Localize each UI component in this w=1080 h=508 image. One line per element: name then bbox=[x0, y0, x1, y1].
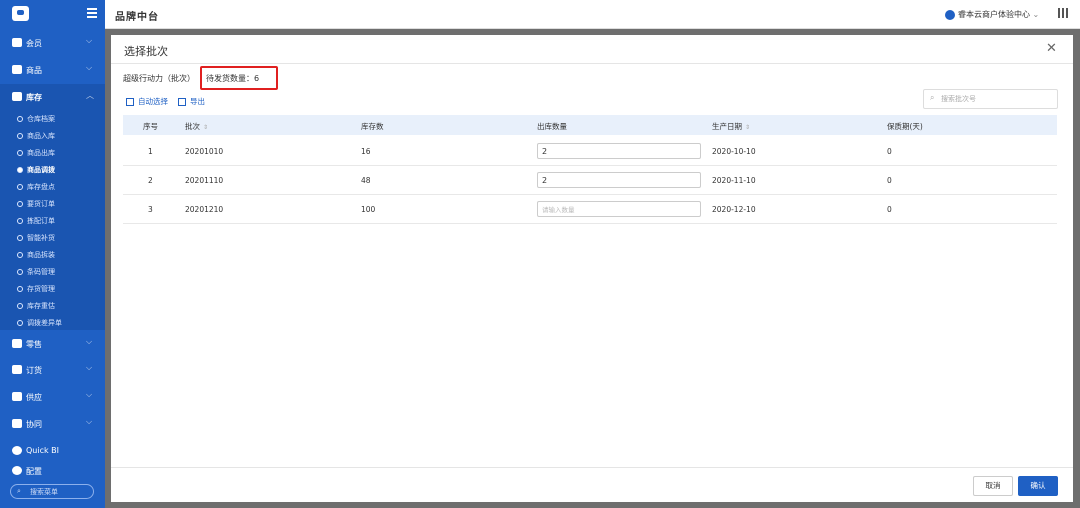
nav-config[interactable]: 配置 bbox=[0, 458, 105, 484]
submenu-item[interactable]: 拣配订单 bbox=[17, 216, 55, 226]
col-batch[interactable]: 批次 ⇕ bbox=[185, 121, 208, 132]
submenu-item-current[interactable]: 商品调拨 bbox=[17, 165, 55, 175]
nav-order[interactable]: 订货 ⌵ bbox=[0, 357, 105, 383]
sort-icon: ⇕ bbox=[203, 124, 209, 131]
submenu-item[interactable]: 要货订单 bbox=[17, 199, 55, 209]
quantity-input[interactable] bbox=[537, 201, 701, 217]
table-row: 2 20201110 48 2020-11-10 0 bbox=[123, 166, 1057, 195]
submenu-item[interactable]: 商品出库 bbox=[17, 148, 55, 158]
col-date[interactable]: 生产日期 ⇕ bbox=[712, 121, 750, 132]
chevron-down-icon: ⌵ bbox=[86, 363, 93, 372]
col-no: 序号 bbox=[143, 122, 158, 131]
chevron-down-icon: ⌵ bbox=[86, 36, 93, 45]
chevron-down-icon: ⌵ bbox=[86, 417, 93, 426]
top-bar: 品牌中台 睿本云商户体验中心 ⌄ bbox=[105, 0, 1080, 29]
quantity-input[interactable] bbox=[537, 172, 701, 188]
col-shelf: 保质期(天) bbox=[887, 122, 923, 131]
submenu-item[interactable]: 条码管理 bbox=[17, 267, 55, 277]
confirm-button[interactable]: 确认 bbox=[1018, 476, 1058, 496]
inventory-submenu: 仓库档案 商品入库 商品出库 商品调拨 库存盘点 要货订单 拣配订单 智能补货 … bbox=[0, 110, 105, 330]
columns-icon[interactable] bbox=[1058, 8, 1068, 18]
chevron-down-icon: ⌵ bbox=[86, 337, 93, 346]
submenu-item[interactable]: 智能补货 bbox=[17, 233, 55, 243]
nav-retail[interactable]: 零售 ⌵ bbox=[0, 331, 105, 357]
member-icon bbox=[12, 38, 22, 47]
dialog-title: 选择批次 bbox=[124, 45, 168, 58]
org-switcher[interactable]: 睿本云商户体验中心 ⌄ bbox=[945, 9, 1039, 20]
cancel-button[interactable]: 取消 bbox=[973, 476, 1013, 496]
menu-toggle-icon[interactable] bbox=[87, 8, 97, 18]
quantity-input[interactable] bbox=[537, 143, 701, 159]
col-qty: 出库数量 bbox=[537, 122, 567, 131]
submenu-item[interactable]: 库存盘点 bbox=[17, 182, 55, 192]
submenu-item[interactable]: 调拨差异单 bbox=[17, 318, 62, 328]
close-icon[interactable]: ✕ bbox=[1046, 41, 1057, 56]
export-button[interactable]: 导出 bbox=[178, 96, 205, 107]
brand-title: 品牌中台 bbox=[115, 12, 159, 23]
product-name: 超级行动力（批次） bbox=[123, 74, 195, 83]
auto-select-button[interactable]: 自动选择 bbox=[126, 96, 168, 107]
sort-icon: ⇕ bbox=[745, 124, 751, 131]
col-stock: 库存数 bbox=[361, 122, 384, 131]
chevron-down-icon: ⌄ bbox=[1032, 10, 1040, 19]
nav-supply[interactable]: 供应 ⌵ bbox=[0, 384, 105, 410]
auto-select-icon bbox=[126, 98, 134, 106]
submenu-item[interactable]: 商品入库 bbox=[17, 131, 55, 141]
submenu-item[interactable]: 商品拆装 bbox=[17, 250, 55, 260]
menu-search-input[interactable]: ⌕ 搜索菜单 bbox=[10, 484, 94, 499]
retail-icon bbox=[12, 339, 22, 348]
gear-icon bbox=[12, 466, 22, 475]
table-header: 序号 批次 ⇕ 库存数 出库数量 生产日期 ⇕ 保质期(天) bbox=[123, 115, 1057, 135]
search-icon: ⌕ bbox=[17, 487, 21, 495]
submenu-item[interactable]: 仓库档案 bbox=[17, 114, 55, 124]
chevron-down-icon: ⌵ bbox=[86, 390, 93, 399]
table-row: 3 20201210 100 2020-12-10 0 bbox=[123, 195, 1057, 224]
app-logo bbox=[12, 6, 29, 21]
chevron-up-icon: ︿ bbox=[86, 91, 94, 100]
grid-icon bbox=[12, 65, 22, 74]
sidebar: 会员 ⌵ 商品 ⌵ 库存 ︿ 仓库档案 商品入库 商品出库 商品调拨 库存盘点 … bbox=[0, 0, 105, 508]
submenu-item[interactable]: 库存重估 bbox=[17, 301, 55, 311]
submenu-item[interactable]: 存货管理 bbox=[17, 284, 55, 294]
nav-inventory[interactable]: 库存 ︿ bbox=[0, 84, 105, 110]
nav-collab[interactable]: 协同 ⌵ bbox=[0, 411, 105, 437]
batch-search-input[interactable]: ⌕ 搜索批次号 bbox=[923, 89, 1058, 109]
export-icon bbox=[178, 98, 186, 106]
select-batch-dialog: 选择批次 ✕ 超级行动力（批次） 待发货数量：6 自动选择 导出 ⌕ 搜索批次号… bbox=[111, 35, 1073, 502]
order-icon bbox=[12, 365, 22, 374]
table-row: 1 20201010 16 2020-10-10 0 bbox=[123, 137, 1057, 166]
search-icon: ⌕ bbox=[930, 93, 935, 102]
nav-member[interactable]: 会员 ⌵ bbox=[0, 30, 105, 56]
org-avatar-icon bbox=[945, 9, 955, 20]
inventory-icon bbox=[12, 92, 22, 101]
share-icon bbox=[12, 419, 22, 428]
pending-quantity: 待发货数量：6 bbox=[206, 74, 260, 83]
layers-icon bbox=[12, 392, 22, 401]
dashboard-icon bbox=[12, 446, 22, 455]
nav-product[interactable]: 商品 ⌵ bbox=[0, 57, 105, 83]
chevron-down-icon: ⌵ bbox=[86, 63, 93, 72]
